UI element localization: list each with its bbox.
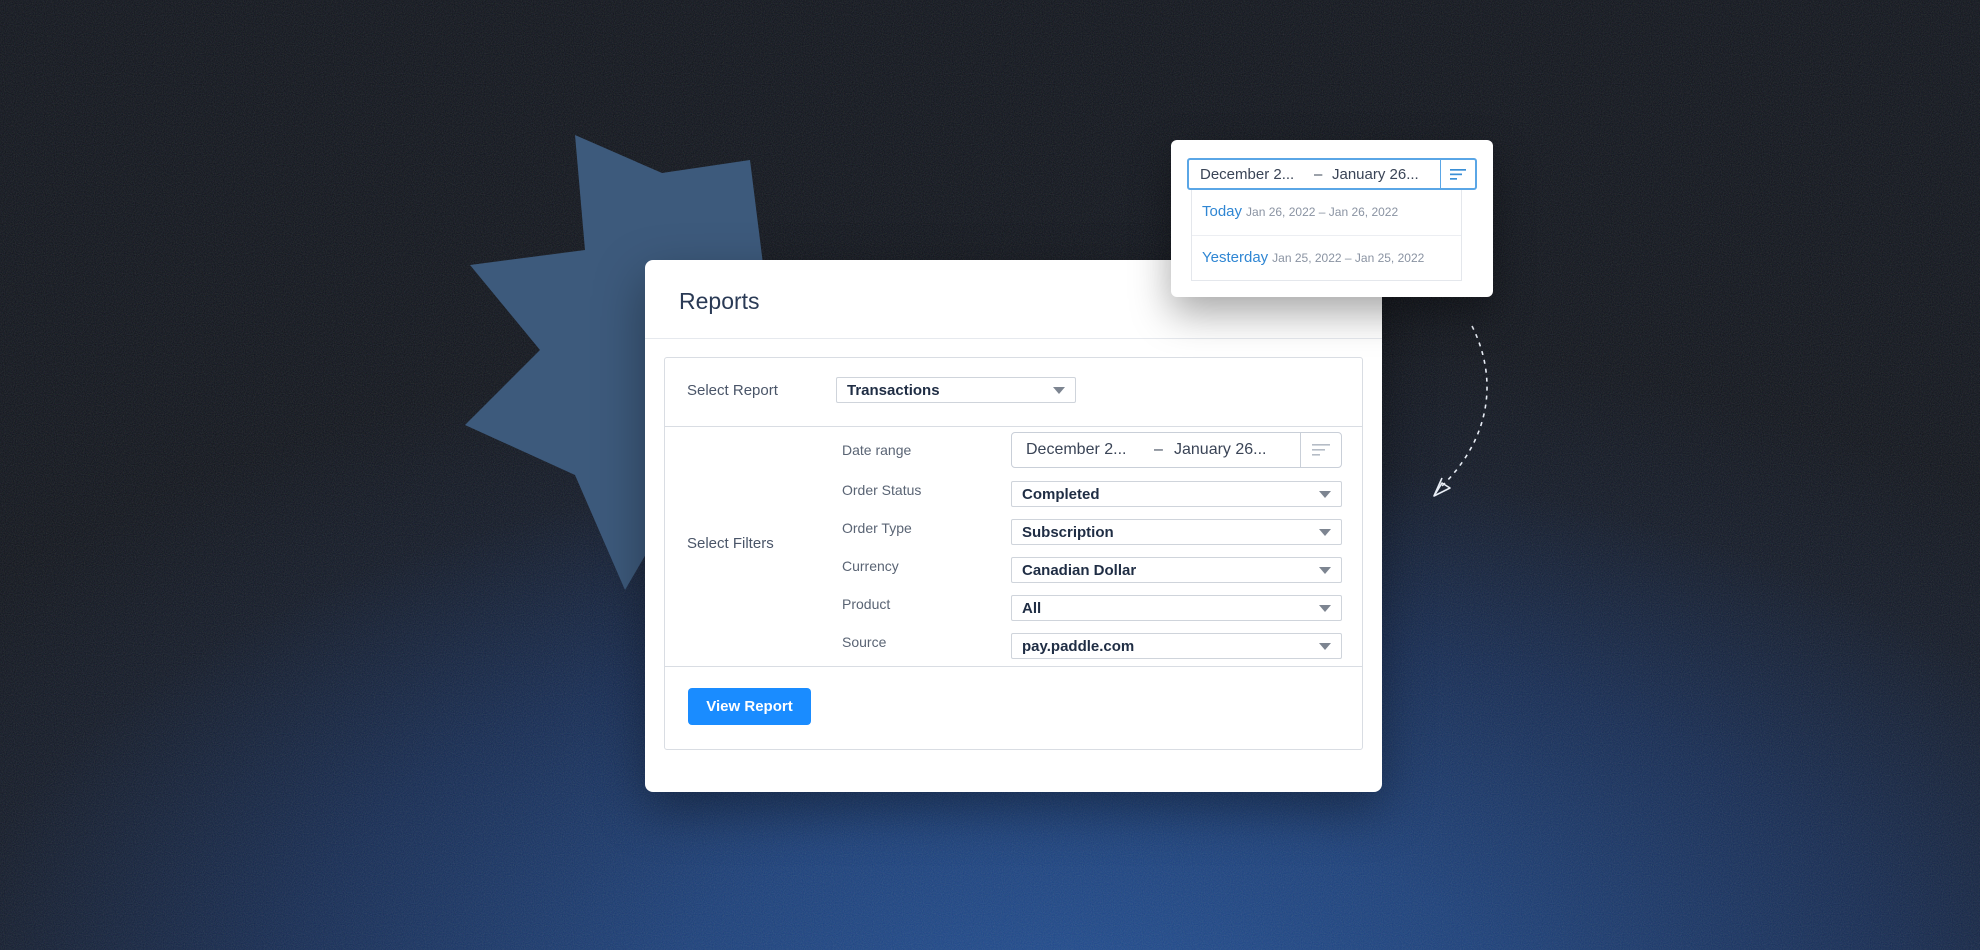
chevron-down-icon — [1319, 643, 1331, 650]
order-status-label: Order Status — [842, 482, 922, 498]
currency-label: Currency — [842, 558, 899, 574]
dashed-curved-arrow-icon — [1433, 325, 1488, 497]
select-report-label: Select Report — [687, 382, 778, 399]
preset-name: Today — [1202, 203, 1243, 220]
order-status-select[interactable]: Completed — [1011, 481, 1342, 507]
source-label: Source — [842, 634, 887, 650]
order-status-value: Completed — [1022, 485, 1100, 503]
select-filters-label: Select Filters — [687, 535, 774, 552]
chevron-down-icon — [1053, 387, 1065, 394]
popup-date-range-separator: – — [1314, 166, 1323, 183]
report-form-panel: Select Report Transactions Select Filter… — [664, 357, 1363, 750]
date-range-presets-button[interactable] — [1300, 433, 1341, 467]
preset-range: Jan 25, 2022 – Jan 25, 2022 — [1272, 251, 1425, 265]
filter-lines-icon — [1312, 444, 1330, 456]
report-type-select[interactable]: Transactions — [836, 377, 1076, 403]
source-select[interactable]: pay.paddle.com — [1011, 633, 1342, 659]
popup-presets-button[interactable] — [1440, 160, 1475, 188]
preset-option-yesterday[interactable]: Yesterday Jan 25, 2022 – Jan 25, 2022 — [1202, 249, 1424, 266]
date-range-start: December 2... — [1026, 441, 1127, 458]
report-type-value: Transactions — [847, 381, 940, 399]
chevron-down-icon — [1319, 491, 1331, 498]
date-range-end: January 26... — [1174, 441, 1267, 458]
date-range-picker[interactable]: December 2... – January 26... — [1011, 432, 1342, 468]
product-value: All — [1022, 599, 1042, 617]
reports-card: Reports Select Report Transactions Selec… — [645, 260, 1382, 792]
date-range-label: Date range — [842, 442, 912, 458]
preset-option-today[interactable]: Today Jan 26, 2022 – Jan 26, 2022 — [1202, 203, 1398, 220]
preset-divider — [1192, 235, 1461, 236]
popup-date-range-end: January 26... — [1332, 166, 1419, 183]
currency-value: Canadian Dollar — [1022, 561, 1137, 579]
date-range-separator: – — [1154, 441, 1163, 458]
currency-select[interactable]: Canadian Dollar — [1011, 557, 1342, 583]
date-range-popup: December 2... – January 26... Today Jan 2… — [1171, 140, 1493, 297]
select-report-row: Select Report Transactions — [665, 358, 1362, 427]
filter-lines-icon — [1450, 168, 1466, 180]
page-title: Reports — [679, 288, 760, 314]
date-presets-list: Today Jan 26, 2022 – Jan 26, 2022 Yesterd… — [1191, 190, 1462, 281]
preset-range: Jan 26, 2022 – Jan 26, 2022 — [1246, 205, 1399, 219]
chevron-down-icon — [1319, 605, 1331, 612]
preset-name: Yesterday — [1202, 249, 1269, 266]
order-type-value: Subscription — [1022, 523, 1114, 541]
title-divider — [645, 338, 1382, 339]
order-type-label: Order Type — [842, 520, 912, 536]
select-filters-row: Select Filters Date range December 2... … — [665, 426, 1362, 667]
chevron-down-icon — [1319, 529, 1331, 536]
chevron-down-icon — [1319, 567, 1331, 574]
product-select[interactable]: All — [1011, 595, 1342, 621]
product-label: Product — [842, 596, 891, 612]
popup-date-range-picker[interactable]: December 2... – January 26... — [1187, 158, 1477, 190]
popup-date-range-start: December 2... — [1200, 166, 1295, 183]
order-type-select[interactable]: Subscription — [1011, 519, 1342, 545]
view-report-button[interactable]: View Report — [688, 688, 811, 725]
source-value: pay.paddle.com — [1022, 637, 1135, 655]
